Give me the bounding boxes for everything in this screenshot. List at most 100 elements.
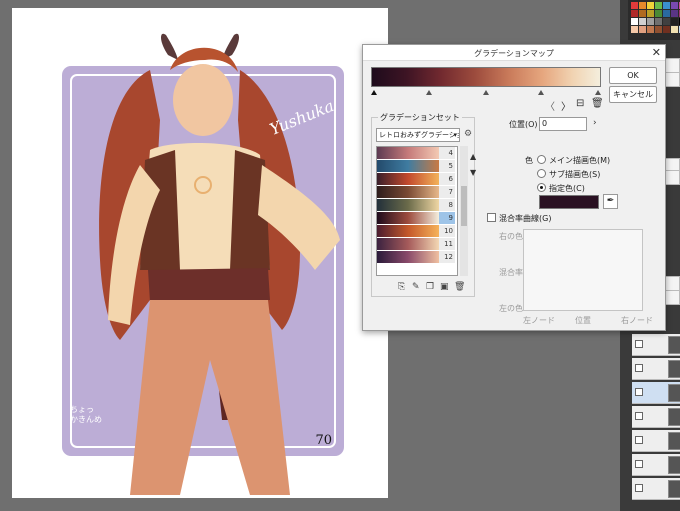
dialog-title: グラデーションマップ xyxy=(474,49,554,58)
chevron-right-icon[interactable]: 〉 xyxy=(561,98,571,113)
layer-row[interactable] xyxy=(632,382,680,404)
gradient-node[interactable] xyxy=(371,90,377,95)
close-icon[interactable]: ✕ xyxy=(652,46,661,59)
preset-item[interactable]: 10 xyxy=(377,225,457,238)
import-preset-icon[interactable]: ▣ xyxy=(440,282,449,292)
character-illustration xyxy=(99,33,340,495)
preset-swatch xyxy=(377,186,439,198)
preset-swatch xyxy=(377,225,439,237)
add-node-icon[interactable]: ⊟ xyxy=(576,98,584,109)
preset-swatch xyxy=(377,147,439,159)
preset-swatch xyxy=(377,160,439,172)
preset-swatch xyxy=(377,173,439,185)
preset-item[interactable]: 5 xyxy=(377,160,457,173)
arrow-up-icon[interactable]: ▲ xyxy=(470,152,476,161)
layer-row[interactable] xyxy=(632,430,680,452)
preset-number: 7 xyxy=(439,186,455,198)
preset-item[interactable]: 9 xyxy=(377,212,457,225)
left-color-label: 左の色 xyxy=(499,304,523,313)
cancel-button[interactable]: キャンセル xyxy=(609,86,657,103)
ok-button[interactable]: OK xyxy=(609,67,657,84)
gradient-map-dialog: グラデーションマップ ✕ OK キャンセル 〈 〉 ⊟ 🗑 グラデーションセット… xyxy=(362,44,666,331)
visibility-icon[interactable] xyxy=(635,484,643,492)
main-color-label: メイン描画色(M) xyxy=(549,156,611,165)
layer-thumbnail xyxy=(668,384,680,402)
preset-number: 6 xyxy=(439,173,455,185)
gradient-node[interactable] xyxy=(595,90,601,95)
preset-item[interactable]: 7 xyxy=(377,186,457,199)
eye-icon[interactable] xyxy=(635,388,643,396)
preset-swatch xyxy=(377,212,439,224)
specified-color-radio[interactable] xyxy=(537,183,546,192)
gradient-set-select[interactable]: レトロおみずグラデーションマップ ▾ xyxy=(376,128,460,142)
gradient-set-label: グラデーションセット xyxy=(378,112,462,123)
preset-item[interactable]: 4 xyxy=(377,147,457,160)
sub-color-label: サブ描画色(S) xyxy=(549,170,601,179)
preset-number: 12 xyxy=(439,251,455,263)
layer-row[interactable] xyxy=(632,358,680,380)
gradient-node[interactable] xyxy=(426,90,432,95)
visibility-icon[interactable] xyxy=(635,436,643,444)
specified-color-label: 指定色(C) xyxy=(549,184,585,193)
layer-thumbnail xyxy=(668,432,680,450)
preset-number: 5 xyxy=(439,160,455,172)
edit-preset-icon[interactable]: ✎ xyxy=(412,282,420,292)
gradient-node[interactable] xyxy=(483,90,489,95)
color-swatch[interactable] xyxy=(539,195,599,209)
chevron-left-icon[interactable]: 〈 xyxy=(545,98,555,113)
preset-item[interactable]: 6 xyxy=(377,173,457,186)
curve-position-label: 位置 xyxy=(575,316,591,325)
color-label: 色 xyxy=(525,156,533,165)
preset-item[interactable]: 11 xyxy=(377,238,457,251)
layer-row[interactable] xyxy=(632,478,680,500)
mix-rate-label: 混合率 xyxy=(499,268,523,277)
preset-number: 11 xyxy=(439,238,455,250)
delete-preset-icon[interactable]: 🗑 xyxy=(454,282,465,292)
preset-swatch xyxy=(377,251,439,263)
gradient-bar[interactable] xyxy=(371,67,601,87)
layer-thumbnail xyxy=(668,360,680,378)
trash-icon[interactable]: 🗑 xyxy=(591,98,604,109)
main-color-radio[interactable] xyxy=(537,155,546,164)
layer-thumbnail xyxy=(668,456,680,474)
visibility-icon[interactable] xyxy=(635,412,643,420)
layer-thumbnail xyxy=(668,408,680,426)
chevron-down-icon: ▾ xyxy=(453,131,457,139)
preset-list[interactable]: 4 5 6 7 8 9 10 11 12 xyxy=(376,146,458,276)
preset-number: 10 xyxy=(439,225,455,237)
left-node-label: 左ノード xyxy=(523,316,555,325)
artist-mark: ちょっ かきんめ xyxy=(70,405,102,424)
layer-row[interactable] xyxy=(632,334,680,356)
new-preset-icon[interactable]: ⎘ xyxy=(398,282,405,292)
eyedropper-icon[interactable]: ✒ xyxy=(603,194,618,209)
preset-number: 9 xyxy=(439,212,455,224)
duplicate-preset-icon[interactable]: ❐ xyxy=(426,282,434,292)
preset-number: 4 xyxy=(439,147,455,159)
position-input[interactable]: 0 xyxy=(539,117,587,131)
dialog-titlebar[interactable]: グラデーションマップ ✕ xyxy=(363,45,665,61)
preset-item[interactable]: 8 xyxy=(377,199,457,212)
layer-row[interactable] xyxy=(632,406,680,428)
sub-color-radio[interactable] xyxy=(537,169,546,178)
gradient-node[interactable] xyxy=(538,90,544,95)
layer-thumbnail xyxy=(668,336,680,354)
position-label: 位置(O) xyxy=(509,120,538,129)
preset-swatch xyxy=(377,238,439,250)
preset-swatch xyxy=(377,199,439,211)
right-color-label: 右の色 xyxy=(499,232,523,241)
chevron-right-icon[interactable]: › xyxy=(593,118,597,128)
layer-thumbnail xyxy=(668,480,680,498)
preset-item[interactable]: 12 xyxy=(377,251,457,264)
visibility-icon[interactable] xyxy=(635,340,643,348)
right-node-label: 右ノード xyxy=(621,316,653,325)
gradient-set-group: グラデーションセット レトロおみずグラデーションマップ ▾ ⚙ 45678910… xyxy=(371,112,476,297)
preset-scrollbar[interactable] xyxy=(460,146,468,276)
curve-graph xyxy=(523,229,643,311)
layer-row[interactable] xyxy=(632,454,680,476)
visibility-icon[interactable] xyxy=(635,460,643,468)
arrow-down-icon[interactable]: ▼ xyxy=(470,168,476,177)
curve-checkbox[interactable] xyxy=(487,213,496,222)
visibility-icon[interactable] xyxy=(635,364,643,372)
settings-icon[interactable]: ⚙ xyxy=(464,129,472,139)
color-palette[interactable] xyxy=(628,0,680,40)
